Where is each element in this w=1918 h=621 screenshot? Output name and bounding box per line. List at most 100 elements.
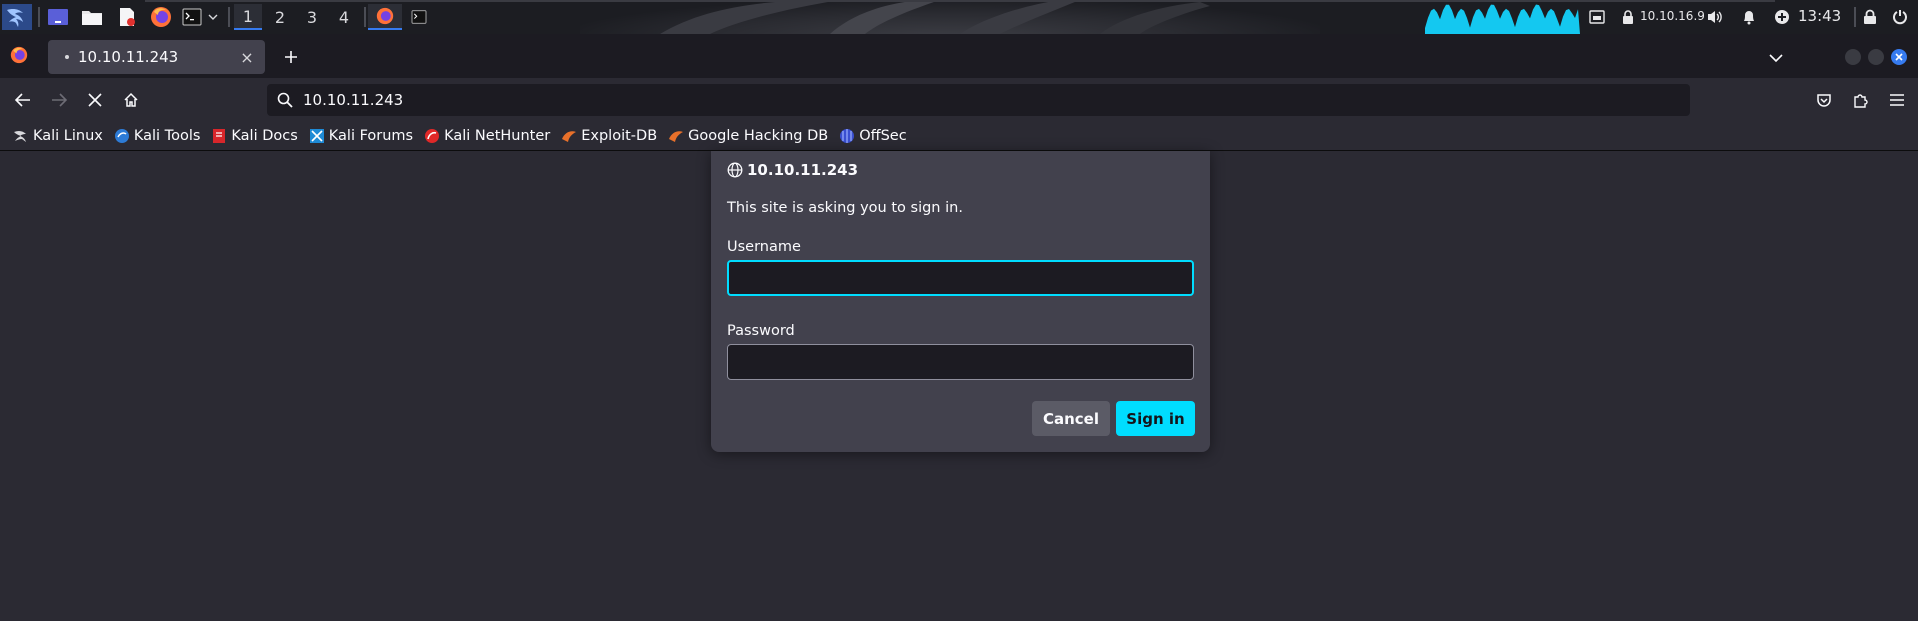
bookmark-label: OffSec xyxy=(859,127,907,144)
kali-forums-icon xyxy=(309,128,325,144)
plus-circle-icon xyxy=(1775,10,1789,24)
folder-icon xyxy=(82,11,102,25)
panel-clock[interactable]: 13:43 xyxy=(1798,7,1841,25)
workspace-4[interactable]: 4 xyxy=(330,4,358,30)
text-editor-launcher[interactable] xyxy=(114,4,140,30)
bookmark-label: Kali NetHunter xyxy=(444,127,551,144)
desktop-icon xyxy=(48,9,68,25)
tab-close-button[interactable]: × xyxy=(235,45,259,69)
bookmark-label: Kali Linux xyxy=(33,127,103,144)
bookmark-google-hacking-db[interactable]: Google Hacking DB xyxy=(664,124,832,148)
terminal-icon xyxy=(411,10,427,24)
globe-icon xyxy=(727,162,743,178)
file-manager-launcher[interactable] xyxy=(78,4,106,30)
new-tab-button[interactable] xyxy=(278,44,304,70)
dialog-header: 10.10.11.243 xyxy=(727,161,858,179)
kali-dragon-icon xyxy=(7,9,23,27)
loading-dot-icon xyxy=(65,55,69,59)
ghdb-icon xyxy=(668,128,684,144)
volume-button[interactable] xyxy=(1704,7,1726,27)
clipboard-tray-button[interactable] xyxy=(1586,7,1608,27)
terminal-launcher[interactable] xyxy=(180,4,204,30)
bell-icon xyxy=(1744,11,1754,25)
home-button[interactable] xyxy=(116,85,146,115)
exploit-db-icon xyxy=(561,128,577,144)
network-ip-label: 10.10.16.9 xyxy=(1640,9,1705,23)
vpn-tray-button[interactable] xyxy=(1618,7,1638,27)
maximize-window-button[interactable] xyxy=(1868,49,1884,65)
chevron-down-icon xyxy=(1769,54,1783,63)
hamburger-menu-icon xyxy=(1890,94,1904,106)
firefox-view-button[interactable] xyxy=(10,46,28,68)
bookmark-label: Kali Tools xyxy=(133,127,201,144)
show-desktop-button[interactable] xyxy=(44,4,72,30)
cancel-button[interactable]: Cancel xyxy=(1032,401,1110,436)
bookmark-label: Google Hacking DB xyxy=(688,127,829,144)
nav-bar: 10.10.11.243 xyxy=(0,78,1918,121)
dialog-message: This site is asking you to sign in. xyxy=(727,200,963,216)
password-label: Password xyxy=(727,323,795,339)
app-menu-button[interactable] xyxy=(1882,85,1912,115)
top-panel: 1 2 3 4 10.10.16.9 13:43 xyxy=(0,0,1918,34)
power-icon xyxy=(1893,10,1907,25)
text-editor-icon xyxy=(120,8,135,26)
bookmark-kali-tools[interactable]: Kali Tools xyxy=(110,124,205,148)
kali-tools-icon xyxy=(114,128,130,144)
bookmark-kali-forums[interactable]: Kali Forums xyxy=(305,124,417,148)
stop-loading-button[interactable] xyxy=(80,85,110,115)
close-window-button[interactable] xyxy=(1891,49,1907,65)
workspace-3[interactable]: 3 xyxy=(298,4,326,30)
bookmark-offsec[interactable]: OffSec xyxy=(835,124,911,148)
network-activity-graph xyxy=(1425,4,1580,34)
back-button[interactable] xyxy=(8,85,38,115)
tab-strip: 10.10.11.243 × xyxy=(0,34,1918,78)
dialog-host: 10.10.11.243 xyxy=(747,161,859,179)
username-input[interactable] xyxy=(727,260,1194,296)
panel-separator xyxy=(38,7,40,27)
pocket-button[interactable] xyxy=(1809,85,1839,115)
lock-screen-button[interactable] xyxy=(1860,7,1880,27)
kali-menu-button[interactable] xyxy=(2,4,32,30)
bookmark-kali-docs[interactable]: Kali Docs xyxy=(207,124,301,148)
taskbar-firefox[interactable] xyxy=(368,4,402,30)
bookmark-exploit-db[interactable]: Exploit-DB xyxy=(557,124,661,148)
bookmark-kali-nethunter[interactable]: Kali NetHunter xyxy=(420,124,554,148)
bookmark-kali-linux[interactable]: Kali Linux xyxy=(9,124,107,148)
firefox-launcher[interactable] xyxy=(148,4,174,30)
pocket-icon xyxy=(1817,94,1831,107)
firefox-icon xyxy=(151,7,171,27)
list-all-tabs-button[interactable] xyxy=(1764,46,1788,70)
url-text[interactable]: 10.10.11.243 xyxy=(303,91,403,109)
firefox-icon xyxy=(10,46,28,64)
bookmarks-toolbar: Kali Linux Kali Tools Kali Docs Kali For… xyxy=(0,121,1918,151)
auth-dialog: 10.10.11.243 This site is asking you to … xyxy=(711,151,1210,452)
username-label: Username xyxy=(727,239,801,255)
notifications-button[interactable] xyxy=(1738,7,1760,27)
extensions-button[interactable] xyxy=(1845,85,1875,115)
chevron-down-icon xyxy=(208,14,218,20)
arrow-right-icon xyxy=(52,93,67,107)
workspace-2[interactable]: 2 xyxy=(266,4,294,30)
forward-button[interactable] xyxy=(44,85,74,115)
firefox-icon xyxy=(376,7,394,25)
workspace-1[interactable]: 1 xyxy=(234,4,262,30)
terminal-icon xyxy=(182,8,202,26)
panel-separator xyxy=(364,7,366,27)
url-bar[interactable]: 10.10.11.243 xyxy=(267,84,1690,116)
vpn-lock-icon xyxy=(1623,10,1633,24)
offsec-icon xyxy=(839,128,855,144)
logout-button[interactable] xyxy=(1890,7,1910,27)
minimize-window-button[interactable] xyxy=(1845,49,1861,65)
close-icon xyxy=(1895,53,1903,61)
kali-docs-icon xyxy=(211,128,227,144)
terminal-dropdown[interactable] xyxy=(206,4,220,30)
updates-button[interactable] xyxy=(1772,7,1792,27)
lock-icon xyxy=(1864,9,1876,24)
window-list-icon xyxy=(1589,10,1605,24)
sign-in-button[interactable]: Sign in xyxy=(1116,401,1195,436)
browser-tab[interactable]: 10.10.11.243 × xyxy=(48,40,265,74)
password-input[interactable] xyxy=(727,344,1194,380)
home-icon xyxy=(124,92,138,107)
panel-separator xyxy=(1854,7,1856,27)
taskbar-terminal[interactable] xyxy=(402,4,436,30)
